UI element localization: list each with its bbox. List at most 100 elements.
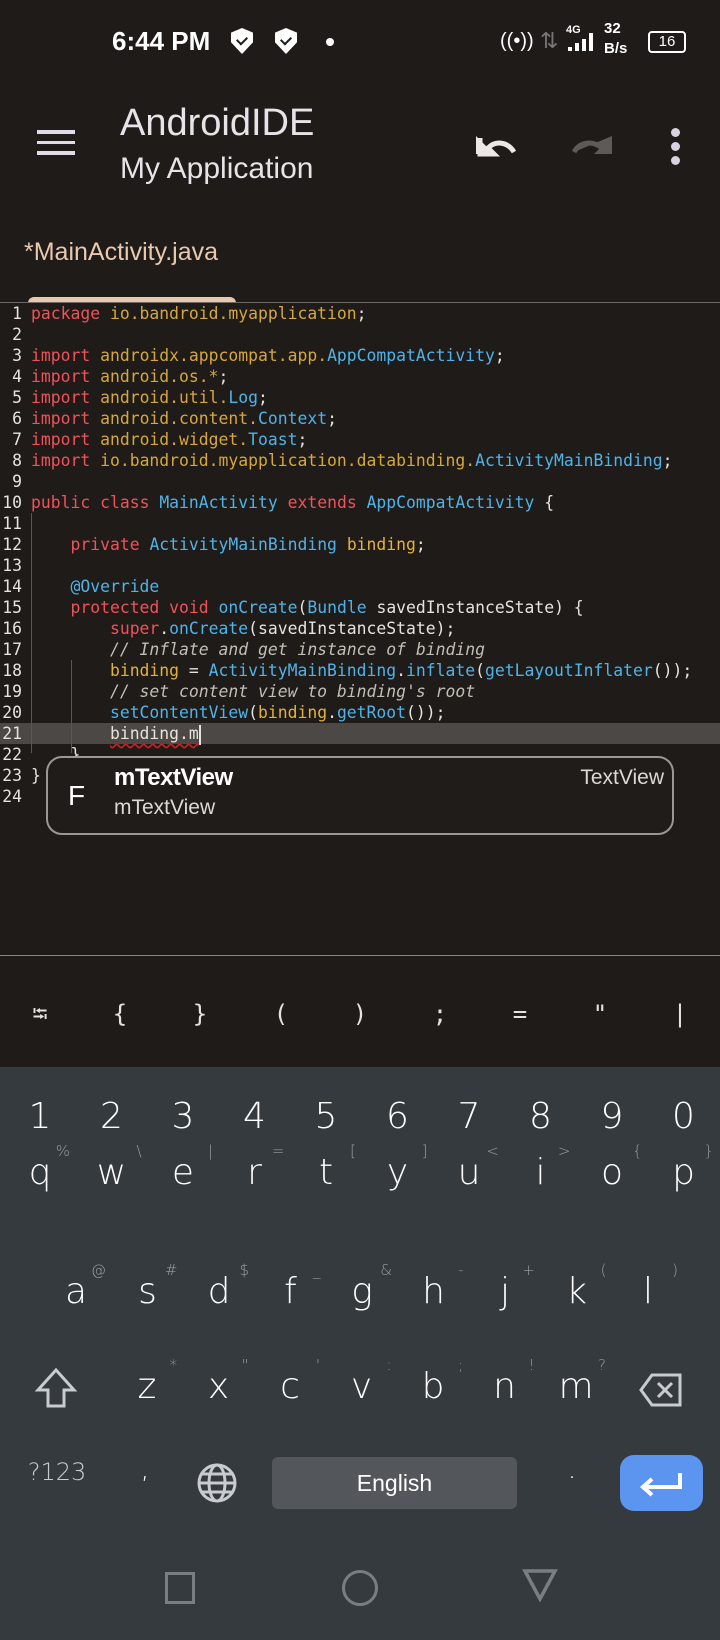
- home-icon[interactable]: [342, 1570, 378, 1606]
- key-p[interactable]: p}: [648, 1142, 720, 1193]
- key-l[interactable]: l): [612, 1261, 684, 1312]
- key-h[interactable]: h-: [398, 1261, 470, 1312]
- key-4[interactable]: 4: [219, 1096, 291, 1137]
- space-bar[interactable]: English: [272, 1457, 517, 1509]
- shift-icon[interactable]: [34, 1366, 78, 1410]
- code-line[interactable]: 8 import io.bandroid.myapplication.databi…: [0, 450, 720, 471]
- code-line[interactable]: 11: [0, 513, 720, 534]
- back-icon[interactable]: [522, 1568, 558, 1602]
- key-e[interactable]: e |: [147, 1142, 219, 1193]
- code-line[interactable]: 19 // set content view to binding's root: [0, 681, 720, 702]
- more-icon[interactable]: [671, 128, 681, 165]
- code-line[interactable]: 2: [0, 324, 720, 345]
- key-t[interactable]: t[: [290, 1142, 362, 1193]
- key-5[interactable]: 5: [290, 1096, 362, 1137]
- key-7[interactable]: 7: [433, 1096, 505, 1137]
- token: binding: [109, 661, 180, 680]
- network-type: 4G: [566, 24, 581, 36]
- code-line[interactable]: 14 @Override: [0, 576, 720, 597]
- key-8[interactable]: 8: [505, 1096, 577, 1137]
- token: getRoot: [336, 703, 407, 722]
- key-g[interactable]: g &: [326, 1261, 398, 1312]
- key-m[interactable]: m?: [540, 1356, 612, 1407]
- key-d[interactable]: d $: [183, 1261, 255, 1312]
- key-9[interactable]: 9: [576, 1096, 648, 1137]
- code-line[interactable]: 5 import android.util.Log;: [0, 387, 720, 408]
- backspace-icon[interactable]: [638, 1372, 684, 1408]
- key-r[interactable]: r =: [219, 1142, 291, 1193]
- code-editor[interactable]: 1 package io.bandroid.myapplication; 2 3 imp…: [0, 303, 720, 807]
- symbol-key[interactable]: ": [570, 1000, 630, 1028]
- line-number: 14: [2, 577, 22, 596]
- symbol-key[interactable]: ): [330, 1000, 390, 1028]
- symbol-key[interactable]: ;: [410, 1000, 470, 1028]
- key-z[interactable]: z *: [111, 1356, 183, 1407]
- period-key[interactable]: .: [536, 1452, 608, 1485]
- completion-item-label[interactable]: mTextView: [114, 764, 233, 792]
- code-line[interactable]: 7 import android.widget.Toast;: [0, 429, 720, 450]
- key-v[interactable]: v:: [326, 1356, 398, 1407]
- code-line[interactable]: 1 package io.bandroid.myapplication;: [0, 303, 720, 324]
- line-number: 7: [12, 430, 22, 449]
- key-o[interactable]: o{: [576, 1142, 648, 1193]
- code-line[interactable]: 15 protected void onCreate(Bundle savedI…: [0, 597, 720, 618]
- key-label: k: [566, 1271, 587, 1312]
- key-j[interactable]: j +: [469, 1261, 541, 1312]
- tab-mainactivity[interactable]: *MainActivity.java: [24, 238, 218, 267]
- code-text: import android.os.*;: [31, 366, 228, 387]
- key-f[interactable]: f _: [255, 1261, 327, 1312]
- key-label: ,: [140, 1452, 150, 1485]
- key-w[interactable]: w \: [76, 1142, 148, 1193]
- key-a[interactable]: a @: [40, 1261, 112, 1312]
- code-line[interactable]: 21 binding.m: [0, 723, 720, 745]
- symbols-key[interactable]: ?123: [21, 1458, 93, 1486]
- code-line[interactable]: 16 super.onCreate(savedInstanceState);: [0, 618, 720, 639]
- key-u[interactable]: u <: [433, 1142, 505, 1193]
- key-s[interactable]: s #: [112, 1261, 184, 1312]
- key-3[interactable]: 3: [147, 1096, 219, 1137]
- key-y[interactable]: y]: [362, 1142, 434, 1193]
- token: import: [31, 409, 91, 428]
- key-c[interactable]: c ': [254, 1356, 326, 1407]
- key-i[interactable]: i >: [505, 1142, 577, 1193]
- code-line[interactable]: 12 private ActivityMainBinding binding;: [0, 534, 720, 555]
- globe-icon[interactable]: [196, 1462, 238, 1504]
- code-line[interactable]: 20 setContentView(binding.getRoot());: [0, 702, 720, 723]
- redo-icon[interactable]: [570, 130, 614, 158]
- symbol-key[interactable]: =: [490, 1000, 550, 1028]
- key-6[interactable]: 6: [362, 1096, 434, 1137]
- symbol-key[interactable]: |: [650, 1000, 710, 1028]
- code-line[interactable]: 6 import android.content.Context;: [0, 408, 720, 429]
- key-2[interactable]: 2: [76, 1096, 148, 1137]
- key-hint: &: [380, 1261, 392, 1279]
- key-0[interactable]: 0: [648, 1096, 720, 1137]
- code-line[interactable]: 3 import androidx.appcompat.app.AppCompat…: [0, 345, 720, 366]
- menu-icon[interactable]: [37, 130, 75, 158]
- key-q[interactable]: q%: [4, 1142, 76, 1193]
- key-label: .: [567, 1452, 577, 1485]
- symbol-key[interactable]: (: [251, 1000, 311, 1028]
- symbol-key[interactable]: {: [90, 1000, 150, 1028]
- key-x[interactable]: x ": [183, 1356, 255, 1407]
- code-line[interactable]: 4 import android.os.*;: [0, 366, 720, 387]
- enter-key[interactable]: [620, 1455, 703, 1511]
- tab-key-icon[interactable]: ⭾: [10, 1000, 70, 1034]
- code-line[interactable]: 18 binding = ActivityMainBinding.inflate…: [0, 660, 720, 681]
- recents-icon[interactable]: [165, 1572, 195, 1604]
- key-k[interactable]: k(: [541, 1261, 613, 1312]
- key-1[interactable]: 1: [4, 1096, 76, 1137]
- code-line[interactable]: 10 public class MainActivity extends AppC…: [0, 492, 720, 513]
- code-line[interactable]: 9: [0, 471, 720, 492]
- key-b[interactable]: b;: [397, 1356, 469, 1407]
- code-line[interactable]: 13: [0, 555, 720, 576]
- symbol-key[interactable]: }: [170, 1000, 230, 1028]
- undo-icon[interactable]: [474, 130, 518, 158]
- key-n[interactable]: n!: [469, 1356, 541, 1407]
- speed-unit: B/s: [604, 40, 628, 57]
- code-line[interactable]: 17 // Inflate and get instance of bindin…: [0, 639, 720, 660]
- line-number: 11: [2, 514, 22, 533]
- comma-key[interactable]: ,: [109, 1452, 181, 1485]
